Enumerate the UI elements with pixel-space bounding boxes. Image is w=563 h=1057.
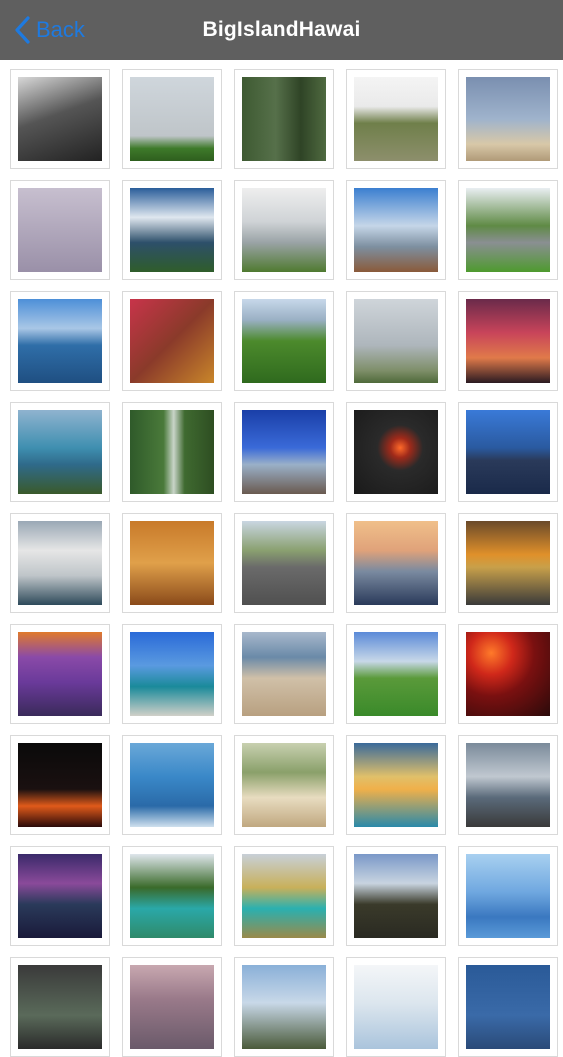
thumb-red-sunset-palms	[466, 299, 550, 383]
thumb-night-resort	[466, 410, 550, 494]
back-button[interactable]: Back	[14, 0, 85, 60]
thumb-green-fields	[242, 299, 326, 383]
thumb-golden-horizon	[466, 521, 550, 605]
photo-thumbnail[interactable]	[234, 180, 334, 280]
thumb-coastline-surf	[242, 188, 326, 272]
photo-thumbnail[interactable]	[10, 624, 110, 724]
thumb-volcanic-plume	[18, 521, 102, 605]
photo-thumbnail[interactable]	[122, 180, 222, 280]
thumb-lava-rock	[18, 77, 102, 161]
photo-thumbnail[interactable]	[234, 513, 334, 613]
thumb-scrubland	[354, 77, 438, 161]
photo-thumbnail[interactable]	[122, 291, 222, 391]
photo-thumbnail[interactable]	[346, 624, 446, 724]
thumb-green-sand-beach	[242, 743, 326, 827]
photo-thumbnail[interactable]	[10, 402, 110, 502]
photo-thumbnail[interactable]	[458, 624, 558, 724]
navigation-bar: Back BigIslandHawai	[0, 0, 563, 60]
thumb-open-road	[242, 521, 326, 605]
photo-thumbnail[interactable]	[346, 846, 446, 946]
thumb-golden-clouds	[354, 743, 438, 827]
thumb-palm-silhouette	[18, 188, 102, 272]
thumb-waterfall	[130, 410, 214, 494]
photo-thumbnail[interactable]	[122, 69, 222, 169]
photo-thumbnail[interactable]	[458, 69, 558, 169]
photo-thumbnail[interactable]	[234, 957, 334, 1057]
thumb-green-crater-beach	[242, 854, 326, 938]
photo-thumbnail[interactable]	[458, 180, 558, 280]
thumb-turquoise-cove	[130, 854, 214, 938]
photo-thumbnail[interactable]	[458, 735, 558, 835]
photo-thumbnail[interactable]	[346, 180, 446, 280]
thumb-golf-course	[354, 632, 438, 716]
thumb-lava-glow-night	[354, 410, 438, 494]
photo-thumbnail[interactable]	[122, 402, 222, 502]
photo-thumbnail[interactable]	[346, 69, 446, 169]
photo-thumbnail[interactable]	[10, 513, 110, 613]
thumb-purple-dusk	[18, 632, 102, 716]
photo-thumbnail[interactable]	[346, 513, 446, 613]
photo-thumbnail[interactable]	[234, 402, 334, 502]
photo-thumbnail[interactable]	[122, 513, 222, 613]
thumb-tree-sunset	[130, 521, 214, 605]
thumb-lava-flow	[18, 743, 102, 827]
photo-thumbnail[interactable]	[234, 735, 334, 835]
chevron-left-icon	[14, 16, 30, 44]
photo-thumbnail[interactable]	[458, 291, 558, 391]
thumb-ocean-wave	[130, 188, 214, 272]
thumb-dark-rocks	[18, 965, 102, 1049]
thumb-blue-sky-shore	[242, 410, 326, 494]
thumb-stone-bridge	[466, 188, 550, 272]
photo-thumbnail[interactable]	[346, 957, 446, 1057]
thumb-hills-horizon	[130, 965, 214, 1049]
thumb-palm-mountain	[354, 188, 438, 272]
thumb-green-cliffs	[242, 77, 326, 161]
photo-thumbnail[interactable]	[458, 957, 558, 1057]
photo-thumbnail[interactable]	[458, 402, 558, 502]
photo-thumbnail[interactable]	[122, 846, 222, 946]
photo-thumbnail[interactable]	[122, 957, 222, 1057]
photo-thumbnail[interactable]	[346, 735, 446, 835]
photo-thumbnail[interactable]	[122, 735, 222, 835]
photo-thumbnail[interactable]	[10, 735, 110, 835]
photo-thumbnail[interactable]	[10, 957, 110, 1057]
thumb-sandy-beach	[242, 632, 326, 716]
photo-thumbnail[interactable]	[458, 846, 558, 946]
thumb-red-coral-fish	[130, 299, 214, 383]
thumb-wind-turbines	[130, 77, 214, 161]
page-title: BigIslandHawai	[202, 18, 361, 41]
photo-thumbnail[interactable]	[10, 180, 110, 280]
thumb-sign-overlook	[242, 965, 326, 1049]
thumb-driftwood-beach	[466, 77, 550, 161]
thumb-lava-ocean-night	[18, 854, 102, 938]
thumb-sunset-ocean	[354, 521, 438, 605]
photo-thumbnail[interactable]	[234, 291, 334, 391]
photo-thumbnail[interactable]	[234, 69, 334, 169]
thumb-calm-bay	[18, 299, 102, 383]
thumb-mauna-kea	[354, 854, 438, 938]
photo-thumbnail[interactable]	[10, 69, 110, 169]
photo-thumbnail[interactable]	[346, 291, 446, 391]
thumb-stormy-shore	[466, 743, 550, 827]
thumb-whale-tail	[130, 743, 214, 827]
photo-thumbnail[interactable]	[10, 291, 110, 391]
thumb-cloudy-sky	[354, 965, 438, 1049]
photo-thumbnail[interactable]	[458, 513, 558, 613]
photo-grid	[10, 69, 558, 1057]
photo-thumbnail[interactable]	[10, 846, 110, 946]
photo-thumbnail[interactable]	[234, 624, 334, 724]
thumb-dolphins	[466, 854, 550, 938]
back-button-label: Back	[36, 17, 85, 42]
photo-thumbnail[interactable]	[346, 402, 446, 502]
thumb-deep-blue	[466, 965, 550, 1049]
photo-thumbnail[interactable]	[122, 624, 222, 724]
photo-thumbnail[interactable]	[234, 846, 334, 946]
thumb-palm-bay	[130, 632, 214, 716]
thumb-erupting-volcano	[466, 632, 550, 716]
thumb-white-church	[354, 299, 438, 383]
thumb-coast-palm	[18, 410, 102, 494]
